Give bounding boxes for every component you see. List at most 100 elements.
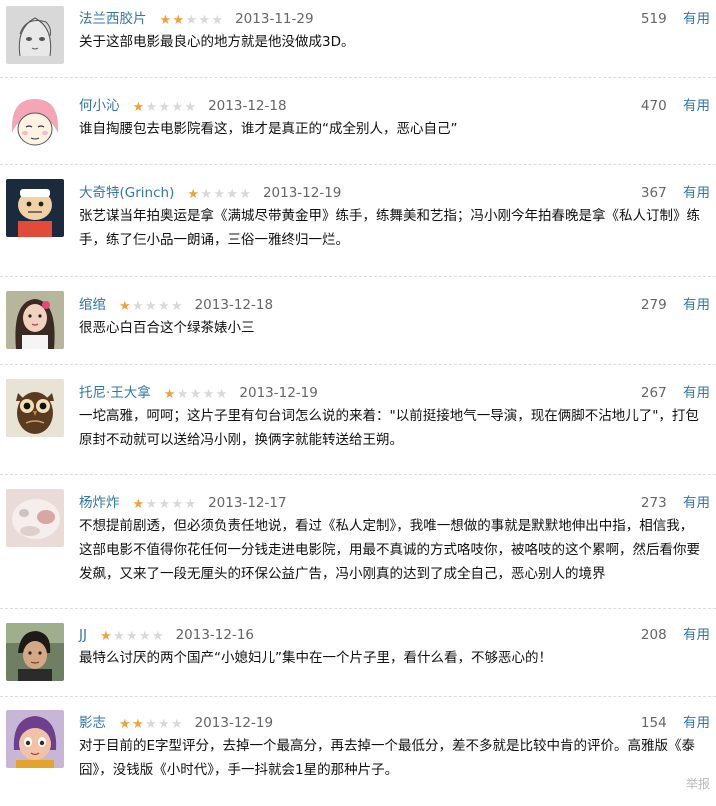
blurry-animal-avatar[interactable] — [6, 489, 64, 547]
star-icon: ★ — [99, 629, 112, 644]
comment-meta: 托尼·王大拿 ★★★★★ 2013-12-19 267 有用 — [79, 382, 710, 404]
star-icon: ★ — [184, 497, 197, 512]
author-link[interactable]: 杨炸炸 — [79, 495, 120, 511]
comment-text: 张艺谋当年拍奥运是拿《满城尽带黄金甲》练手，练舞美和艺指；冯小刚今年拍春晚是拿《… — [79, 208, 700, 248]
star-icon: ★ — [170, 299, 183, 314]
comment-meta: 大奇特(Grinch) ★★★★★ 2013-12-19 367 有用 — [79, 182, 710, 204]
comment-date: 2013-12-19 — [239, 385, 318, 401]
comment-date: 2013-11-29 — [235, 11, 314, 27]
rating-stars: ★★★★★ — [118, 295, 183, 317]
star-icon: ★ — [200, 187, 212, 202]
comment-date: 2013-12-18 — [194, 297, 274, 313]
comment-meta: 绾绾 ★★★★★ 2013-12-18 279 有用 — [79, 294, 710, 316]
star-icon: ★ — [202, 387, 215, 402]
comment-list: 法兰西胶片 ★★★★★ 2013-11-29 519 有用 关于这部电影最良心的… — [0, 0, 716, 806]
useful-button[interactable]: 有用 — [683, 715, 710, 731]
star-icon: ★ — [145, 497, 158, 512]
useful-button[interactable]: 有用 — [683, 297, 710, 313]
vote-area: 470 有用 — [641, 95, 710, 117]
author-link[interactable]: 法兰西胶片 — [79, 11, 147, 27]
comment-item: 何小沁 ★★★★★ 2013-12-18 470 有用 谁自掏腰包去电影院看这，… — [0, 78, 716, 165]
useful-button[interactable]: 有用 — [683, 385, 710, 401]
star-icon: ★ — [132, 497, 145, 512]
star-icon: ★ — [138, 629, 151, 644]
vote-count: 279 — [640, 297, 667, 313]
rating-stars: ★★★★★ — [118, 713, 183, 735]
rating-stars: ★★★★★ — [99, 625, 164, 647]
comment-meta: 何小沁 ★★★★★ 2013-12-18 470 有用 — [79, 95, 710, 117]
author-link[interactable]: 大奇特(Grinch) — [79, 185, 174, 201]
star-icon: ★ — [170, 717, 183, 732]
vote-count: 367 — [640, 185, 667, 201]
comment-text: 对于目前的E字型评分，去掉一个最高分，再去掉一个最低分，差不多就是比较中肯的评价… — [79, 738, 696, 778]
star-icon: ★ — [159, 13, 172, 28]
rating-stars: ★★★★★ — [132, 96, 197, 118]
author-link[interactable]: 影志 — [79, 715, 106, 731]
useful-button[interactable]: 有用 — [683, 11, 710, 27]
star-icon: ★ — [239, 187, 251, 202]
vote-count: 273 — [640, 495, 667, 511]
rating-stars: ★★★★★ — [159, 9, 224, 31]
vote-area: 367 有用 — [641, 182, 710, 204]
star-icon: ★ — [125, 629, 138, 644]
comment-item: 影志 ★★★★★ 2013-12-19 154 有用 对于目前的E字型评分，去掉… — [0, 697, 716, 806]
useful-button[interactable]: 有用 — [683, 185, 710, 201]
man-photo-avatar[interactable] — [6, 623, 64, 681]
star-icon: ★ — [226, 187, 238, 202]
comment-item: 绾绾 ★★★★★ 2013-12-18 279 有用 很恶心白百合这个绿茶婊小三 — [0, 277, 716, 365]
vote-count: 154 — [640, 715, 667, 731]
star-icon: ★ — [185, 13, 198, 28]
useful-button[interactable]: 有用 — [683, 495, 710, 511]
comment-item: JJ ★★★★★ 2013-12-16 208 有用 最特么讨厌的两个国产“小媳… — [0, 609, 716, 697]
comment-date: 2013-12-19 — [262, 185, 342, 201]
star-icon: ★ — [187, 187, 199, 202]
pink-hair-cartoon-avatar[interactable] — [6, 93, 64, 151]
comment-text: 谁自掏腰包去电影院看这，谁才是真正的“成全别人，恶心自己” — [79, 121, 458, 137]
star-icon: ★ — [131, 299, 144, 314]
star-icon: ★ — [158, 497, 171, 512]
rating-stars: ★★★★★ — [132, 493, 197, 515]
vote-area: 267 有用 — [641, 382, 710, 404]
comment-date: 2013-12-17 — [208, 495, 287, 511]
comment-text: 很恶心白百合这个绿茶婊小三 — [79, 320, 255, 336]
comment-text: 一坨高雅，呵呵；这片子里有句台词怎么说的来着："以前挺接地气一导演，现在俩脚不沾… — [79, 408, 699, 448]
animated-girl-avatar[interactable] — [6, 710, 64, 768]
vote-count: 519 — [640, 11, 667, 27]
rating-stars: ★★★★★ — [163, 383, 228, 405]
comment-meta: 影志 ★★★★★ 2013-12-19 154 有用 — [79, 712, 710, 734]
star-icon: ★ — [189, 387, 202, 402]
star-icon: ★ — [158, 100, 171, 115]
comment-date: 2013-12-18 — [208, 98, 287, 114]
star-icon: ★ — [198, 13, 211, 28]
vote-area: 208 有用 — [641, 624, 710, 646]
owl-avatar[interactable] — [6, 379, 64, 437]
report-link[interactable]: 举报 — [686, 775, 710, 792]
star-icon: ★ — [144, 717, 157, 732]
vote-area: 519 有用 — [641, 8, 710, 30]
comment-text: 关于这部电影最良心的地方就是他没做成3D。 — [79, 34, 355, 50]
star-icon: ★ — [144, 299, 157, 314]
useful-button[interactable]: 有用 — [683, 627, 710, 643]
comment-item: 托尼·王大拿 ★★★★★ 2013-12-19 267 有用 一坨高雅，呵呵；这… — [0, 365, 716, 475]
comment-meta: 杨炸炸 ★★★★★ 2013-12-17 273 有用 — [79, 492, 710, 514]
comment-date: 2013-12-16 — [175, 627, 255, 643]
star-icon: ★ — [151, 629, 164, 644]
author-link[interactable]: 托尼·王大拿 — [79, 385, 151, 401]
sketch-face-avatar[interactable] — [6, 6, 64, 64]
author-link[interactable]: JJ — [79, 627, 87, 643]
author-link[interactable]: 绾绾 — [79, 297, 106, 313]
author-link[interactable]: 何小沁 — [79, 98, 120, 114]
star-icon: ★ — [211, 13, 224, 28]
comment-item: 法兰西胶片 ★★★★★ 2013-11-29 519 有用 关于这部电影最良心的… — [0, 0, 716, 78]
star-icon: ★ — [131, 717, 144, 732]
comment-item: 杨炸炸 ★★★★★ 2013-12-17 273 有用 不想提前剧透，但必须负责… — [0, 475, 716, 609]
star-icon: ★ — [176, 387, 189, 402]
cartoon-character-avatar[interactable] — [6, 179, 64, 237]
comment-text: 最特么讨厌的两个国产“小媳妇儿”集中在一个片子里，看什么看，不够恶心的！ — [79, 650, 552, 666]
comment-meta: JJ ★★★★★ 2013-12-16 208 有用 — [79, 624, 710, 646]
useful-button[interactable]: 有用 — [683, 98, 710, 114]
girl-photo-avatar[interactable] — [6, 291, 64, 349]
star-icon: ★ — [172, 13, 185, 28]
star-icon: ★ — [171, 497, 184, 512]
star-icon: ★ — [163, 387, 176, 402]
